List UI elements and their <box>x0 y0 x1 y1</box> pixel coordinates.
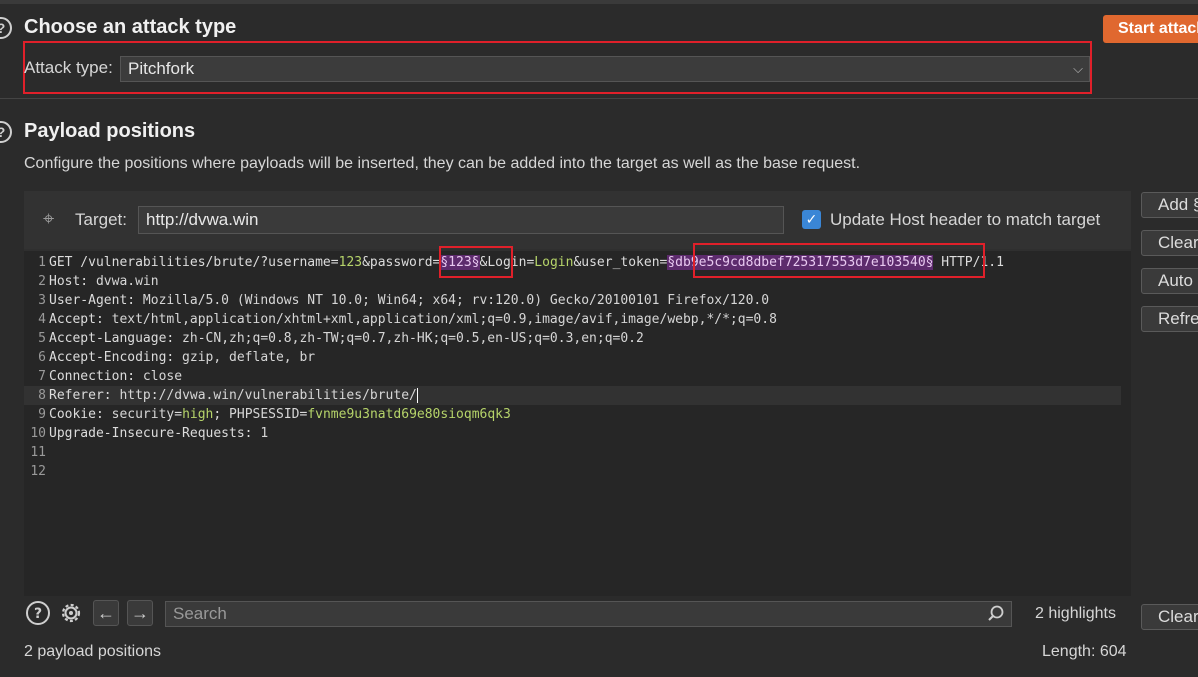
request-line-8: 8 Referer: http://dvwa.win/vulnerabilitie… <box>24 386 1121 405</box>
attack-type-select[interactable]: Pitchfork ⌵ <box>120 56 1090 82</box>
crosshair-icon: ⌖ <box>43 208 55 230</box>
top-divider <box>0 0 1198 4</box>
attack-type-label: Attack type: <box>24 58 113 77</box>
payload1-highlight-box <box>439 246 513 278</box>
add-marker-button[interactable]: Add § <box>1141 192 1198 218</box>
refresh-button[interactable]: Refresh <box>1141 306 1198 332</box>
attack-type-value: Pitchfork <box>128 59 195 78</box>
request-line-9: 9 Cookie: security=high; PHPSESSID=fvnme9… <box>38 407 511 422</box>
help-icon[interactable]: ? <box>0 121 12 143</box>
update-host-label: Update Host header to match target <box>830 210 1101 229</box>
section-divider <box>0 98 1198 99</box>
chevron-down-icon: ⌵ <box>1073 61 1083 76</box>
attack-section-title: Choose an attack type <box>24 16 237 38</box>
help-icon[interactable]: ? <box>0 17 12 39</box>
search-icon[interactable] <box>987 602 1005 633</box>
request-line-3: 3 User-Agent: Mozilla/5.0 (Windows NT 10.… <box>38 293 770 308</box>
text-cursor <box>416 388 418 403</box>
search-placeholder: Search <box>173 604 227 623</box>
clear-markers-button[interactable]: Clear § <box>1141 230 1198 256</box>
update-host-checkbox[interactable]: ✓ <box>802 210 821 229</box>
auto-markers-button[interactable]: Auto § <box>1141 268 1198 294</box>
target-input[interactable]: http://dvwa.win <box>138 206 784 234</box>
start-attack-button[interactable]: Start attack <box>1103 15 1198 43</box>
payload-positions-count: 2 payload positions <box>24 643 161 660</box>
request-line-5: 5 Accept-Language: zh-CN,zh;q=0.8,zh-TW;q… <box>38 331 644 346</box>
payload-positions-description: Configure the positions where payloads w… <box>24 155 861 172</box>
svg-text:?: ? <box>34 606 42 622</box>
payload2-highlight-box <box>693 243 985 278</box>
target-label: Target: <box>75 210 127 229</box>
request-line-11: 11 <box>30 445 46 460</box>
help-icon[interactable]: ? <box>25 600 51 626</box>
request-line-4: 4 Accept: text/html,application/xhtml+xml… <box>38 312 777 327</box>
search-input[interactable]: Search <box>165 601 1012 627</box>
arrow-right-icon[interactable]: → <box>127 600 153 626</box>
request-line-7: 7 Connection: close <box>38 369 183 384</box>
request-line-10: 10 Upgrade-Insecure-Requests: 1 <box>30 426 269 441</box>
payload-positions-title: Payload positions <box>24 120 196 142</box>
gear-icon[interactable] <box>58 600 84 626</box>
request-length: Length: 604 <box>1042 643 1127 660</box>
clear-search-button[interactable]: Clear <box>1141 604 1198 630</box>
request-line-6: 6 Accept-Encoding: gzip, deflate, br <box>38 350 316 365</box>
request-line-12: 12 <box>30 464 46 479</box>
highlights-count: 2 highlights <box>1035 605 1116 622</box>
arrow-left-icon[interactable]: ← <box>93 600 119 626</box>
